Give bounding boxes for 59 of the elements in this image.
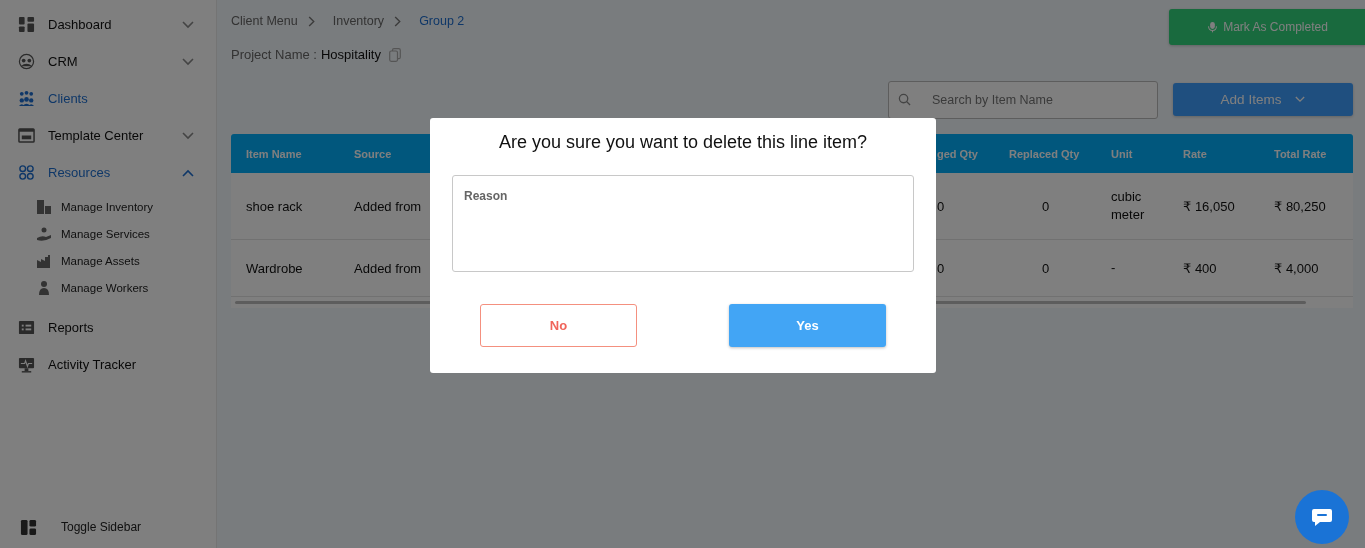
chevron-down-icon [1295, 96, 1306, 103]
sidebar-subitem[interactable]: Manage Services [36, 220, 216, 247]
table-cell-text: - [1111, 259, 1117, 277]
breadcrumb-link[interactable]: Client Menu [231, 14, 298, 28]
sidebar-subitem[interactable]: Manage Inventory [36, 193, 216, 220]
hand-icon [36, 225, 52, 242]
sidebar-subitem[interactable]: Manage Assets [36, 247, 216, 274]
microphone-icon [1207, 21, 1219, 33]
column-header: Replaced Qty [1009, 147, 1081, 160]
breadcrumb-link[interactable]: Inventory [332, 14, 385, 28]
sidebar-layout-icon [20, 518, 37, 536]
table-cell-text: 0 [937, 198, 946, 214]
column-header: ged Qty [937, 147, 979, 160]
table-cell-text: Added from [354, 198, 423, 214]
column-header: Total Rate [1274, 147, 1328, 160]
table-cell-text: 0 [937, 260, 946, 276]
table-cell-text: ₹ 400 [1183, 260, 1218, 276]
sidebar-subitem[interactable]: Manage Workers [36, 274, 216, 301]
table-cell-text: Wardrobe [245, 260, 304, 276]
table-cell-text: 0 [1041, 260, 1051, 276]
boxes-icon [36, 198, 52, 215]
chat-button[interactable] [1295, 490, 1349, 544]
yes-button[interactable]: Yes [729, 304, 886, 347]
sidebar-item[interactable]: Clients [0, 80, 216, 117]
monitor-icon [18, 356, 35, 373]
table-cell-text: ₹ 4,000 [1274, 260, 1320, 276]
factory-icon [36, 252, 52, 269]
project-name-label: Project Name : [231, 47, 317, 62]
sidebar-item[interactable]: CRM [0, 43, 216, 80]
table-cell-text: cubic meter [1111, 188, 1146, 224]
sidebar-item[interactable]: Dashboard [0, 6, 216, 43]
sidebar-item[interactable]: Activity Tracker [0, 346, 216, 383]
column-header: Source [354, 147, 393, 160]
table-cell-text: Added from [354, 260, 423, 276]
sidebar-item[interactable]: Resources [0, 154, 216, 191]
search-icon [898, 93, 911, 106]
table-cell-text: shoe rack [245, 198, 304, 214]
worker-icon [36, 279, 52, 296]
nodes-icon [18, 164, 35, 181]
dialog-title: Are you sure you want to delete this line item? [497, 132, 869, 153]
column-header: Rate [1183, 147, 1208, 160]
list-icon [18, 319, 35, 336]
chevron-right-icon [393, 15, 402, 27]
column-header: Item Name [245, 147, 303, 160]
toggle-sidebar-button[interactable]: Toggle Sidebar [0, 512, 216, 548]
table-cell-text: 0 [1041, 198, 1051, 214]
search-field[interactable]: Search by Item Name [888, 81, 1158, 119]
grid-icon [18, 16, 35, 33]
reason-field[interactable]: Reason [452, 175, 914, 272]
sidebar-item[interactable]: Template Center [0, 117, 216, 154]
column-header: Unit [1111, 147, 1134, 160]
table-cell-text: ₹ 16,050 [1183, 198, 1236, 214]
breadcrumb-link[interactable]: Group 2 [419, 14, 465, 28]
table-cell-text: ₹ 80,250 [1274, 198, 1327, 214]
no-button[interactable]: No [480, 304, 637, 347]
layout-icon [18, 127, 35, 144]
project-name: Hospitality [321, 47, 381, 62]
sidebar-item[interactable]: Reports [0, 309, 216, 346]
chevron-right-icon [306, 15, 315, 27]
